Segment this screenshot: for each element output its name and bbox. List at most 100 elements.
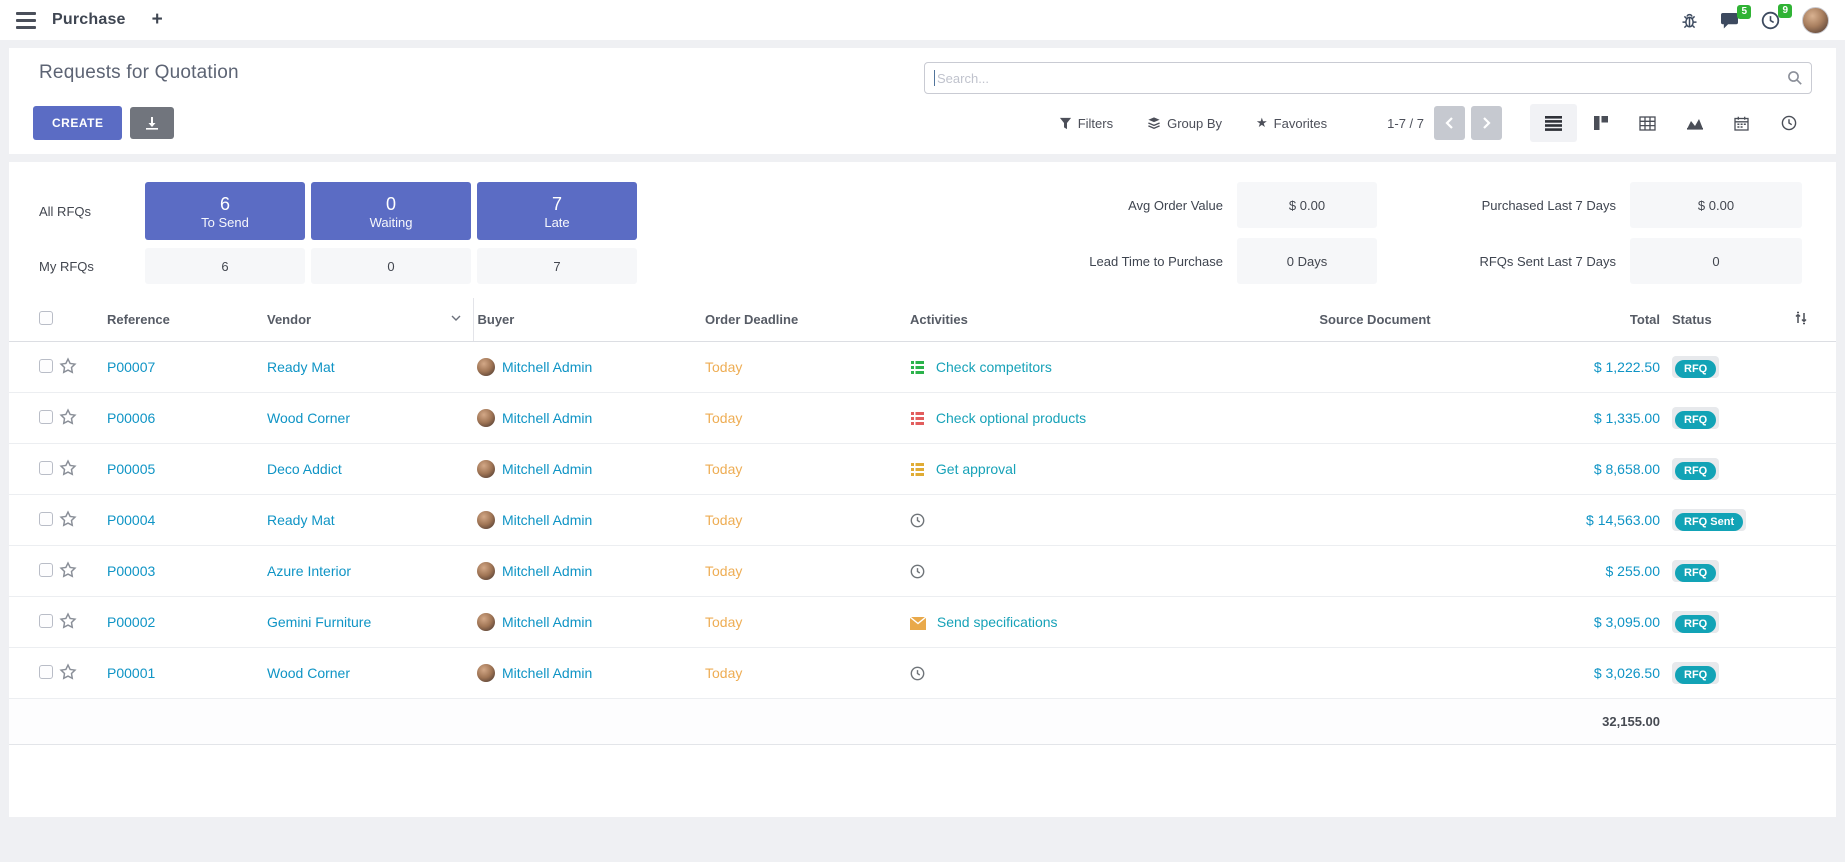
activity-label[interactable]: Send specifications (937, 614, 1058, 630)
my-waiting-card[interactable]: 0 (311, 248, 471, 284)
pager-next-button[interactable] (1471, 106, 1502, 140)
top-navbar: Purchase + 5 9 (0, 0, 1845, 40)
activity-label[interactable]: Check competitors (936, 359, 1052, 375)
activity-label[interactable]: Get approval (936, 461, 1016, 477)
row-checkbox[interactable] (39, 461, 53, 475)
table-row[interactable]: P00003 Azure Interior Mitchell Admin Tod… (9, 546, 1836, 597)
status-badge: RFQ (1675, 411, 1716, 429)
buyer-cell[interactable]: Mitchell Admin (502, 512, 592, 528)
column-header-status[interactable]: Status (1668, 298, 1790, 342)
source-cell (1222, 546, 1528, 597)
group-by-button[interactable]: Group By (1147, 116, 1222, 131)
buyer-cell[interactable]: Mitchell Admin (502, 563, 592, 579)
vendor-cell[interactable]: Deco Addict (263, 444, 473, 495)
table-row[interactable]: P00006 Wood Corner Mitchell Admin Today … (9, 393, 1836, 444)
reference-cell[interactable]: P00002 (103, 597, 263, 648)
pager-previous-button[interactable] (1434, 106, 1465, 140)
row-checkbox[interactable] (39, 512, 53, 526)
favorite-star-icon[interactable] (59, 612, 77, 630)
my-rfqs-link[interactable]: My RFQs (39, 259, 139, 274)
filters-button[interactable]: Filters (1059, 116, 1113, 131)
kanban-view-button[interactable] (1577, 104, 1624, 142)
new-tab-button[interactable]: + (152, 9, 163, 31)
user-avatar[interactable] (1802, 7, 1829, 34)
row-checkbox[interactable] (39, 614, 53, 628)
favorite-star-icon[interactable] (59, 459, 77, 477)
favorite-star-icon[interactable] (59, 561, 77, 579)
vendor-cell[interactable]: Gemini Furniture (263, 597, 473, 648)
activity-cell[interactable] (906, 495, 1222, 546)
export-button[interactable] (130, 107, 174, 139)
buyer-cell[interactable]: Mitchell Admin (502, 614, 592, 630)
reference-cell[interactable]: P00007 (103, 342, 263, 393)
reference-cell[interactable]: P00006 (103, 393, 263, 444)
row-checkbox[interactable] (39, 563, 53, 577)
search-icon[interactable] (1787, 70, 1803, 86)
column-header-deadline[interactable]: Order Deadline (701, 298, 906, 342)
column-header-vendor[interactable]: Vendor (263, 298, 473, 342)
reference-cell[interactable]: P00004 (103, 495, 263, 546)
vendor-cell[interactable]: Azure Interior (263, 546, 473, 597)
search-input[interactable] (924, 62, 1812, 94)
to-send-card[interactable]: 6 To Send (145, 182, 305, 240)
activity-view-button[interactable] (1765, 104, 1812, 142)
to-send-label: To Send (201, 215, 249, 230)
column-header-activities[interactable]: Activities (906, 298, 1222, 342)
activity-label[interactable]: Check optional products (936, 410, 1086, 426)
column-header-source[interactable]: Source Document (1222, 298, 1528, 342)
my-late-card[interactable]: 7 (477, 248, 637, 284)
late-card[interactable]: 7 Late (477, 182, 637, 240)
buyer-cell[interactable]: Mitchell Admin (502, 461, 592, 477)
vendor-cell[interactable]: Wood Corner (263, 648, 473, 699)
favorites-button[interactable]: ★ Favorites (1256, 115, 1327, 131)
table-row[interactable]: P00002 Gemini Furniture Mitchell Admin T… (9, 597, 1836, 648)
calendar-view-button[interactable] (1718, 104, 1765, 142)
favorite-star-icon[interactable] (59, 357, 77, 375)
apps-menu-icon[interactable] (16, 12, 36, 29)
select-all-checkbox[interactable] (39, 311, 53, 325)
vendor-cell[interactable]: Ready Mat (263, 342, 473, 393)
activity-cell[interactable]: Send specifications (906, 597, 1222, 648)
favorite-star-icon[interactable] (59, 408, 77, 426)
favorite-star-icon[interactable] (59, 510, 77, 528)
row-checkbox[interactable] (39, 410, 53, 424)
pivot-view-button[interactable] (1624, 104, 1671, 142)
table-row[interactable]: P00001 Wood Corner Mitchell Admin Today … (9, 648, 1836, 699)
activity-cell[interactable]: Check optional products (906, 393, 1222, 444)
filter-funnel-icon (1059, 117, 1072, 130)
table-row[interactable]: P00004 Ready Mat Mitchell Admin Today $ … (9, 495, 1836, 546)
reference-cell[interactable]: P00001 (103, 648, 263, 699)
all-rfqs-link[interactable]: All RFQs (39, 204, 139, 219)
create-button[interactable]: CREATE (33, 106, 122, 140)
vendor-cell[interactable]: Ready Mat (263, 495, 473, 546)
pager-range: 1-7 / 7 (1387, 116, 1424, 131)
messages-icon[interactable]: 5 (1720, 12, 1739, 29)
activity-cell[interactable]: Check competitors (906, 342, 1222, 393)
activity-cell[interactable] (906, 648, 1222, 699)
row-checkbox[interactable] (39, 665, 53, 679)
favorite-star-icon[interactable] (59, 663, 77, 681)
column-header-buyer[interactable]: Buyer (473, 298, 701, 342)
activity-cell[interactable]: Get approval (906, 444, 1222, 495)
my-to-send-card[interactable]: 6 (145, 248, 305, 284)
buyer-cell[interactable]: Mitchell Admin (502, 410, 592, 426)
row-checkbox[interactable] (39, 359, 53, 373)
reference-cell[interactable]: P00003 (103, 546, 263, 597)
messages-count-badge: 5 (1737, 5, 1751, 19)
graph-view-button[interactable] (1671, 104, 1718, 142)
activities-clock-icon[interactable]: 9 (1761, 11, 1780, 30)
waiting-card[interactable]: 0 Waiting (311, 182, 471, 240)
column-header-total[interactable]: Total (1528, 298, 1668, 342)
debug-bug-icon[interactable] (1681, 12, 1698, 29)
activity-cell[interactable] (906, 546, 1222, 597)
reference-cell[interactable]: P00005 (103, 444, 263, 495)
vendor-cell[interactable]: Wood Corner (263, 393, 473, 444)
optional-columns-icon[interactable] (1794, 311, 1808, 325)
column-header-reference[interactable]: Reference (103, 298, 263, 342)
app-title[interactable]: Purchase (52, 11, 126, 29)
buyer-cell[interactable]: Mitchell Admin (502, 359, 592, 375)
list-view-button[interactable] (1530, 104, 1577, 142)
table-row[interactable]: P00007 Ready Mat Mitchell Admin Today Ch… (9, 342, 1836, 393)
table-row[interactable]: P00005 Deco Addict Mitchell Admin Today … (9, 444, 1836, 495)
buyer-cell[interactable]: Mitchell Admin (502, 665, 592, 681)
